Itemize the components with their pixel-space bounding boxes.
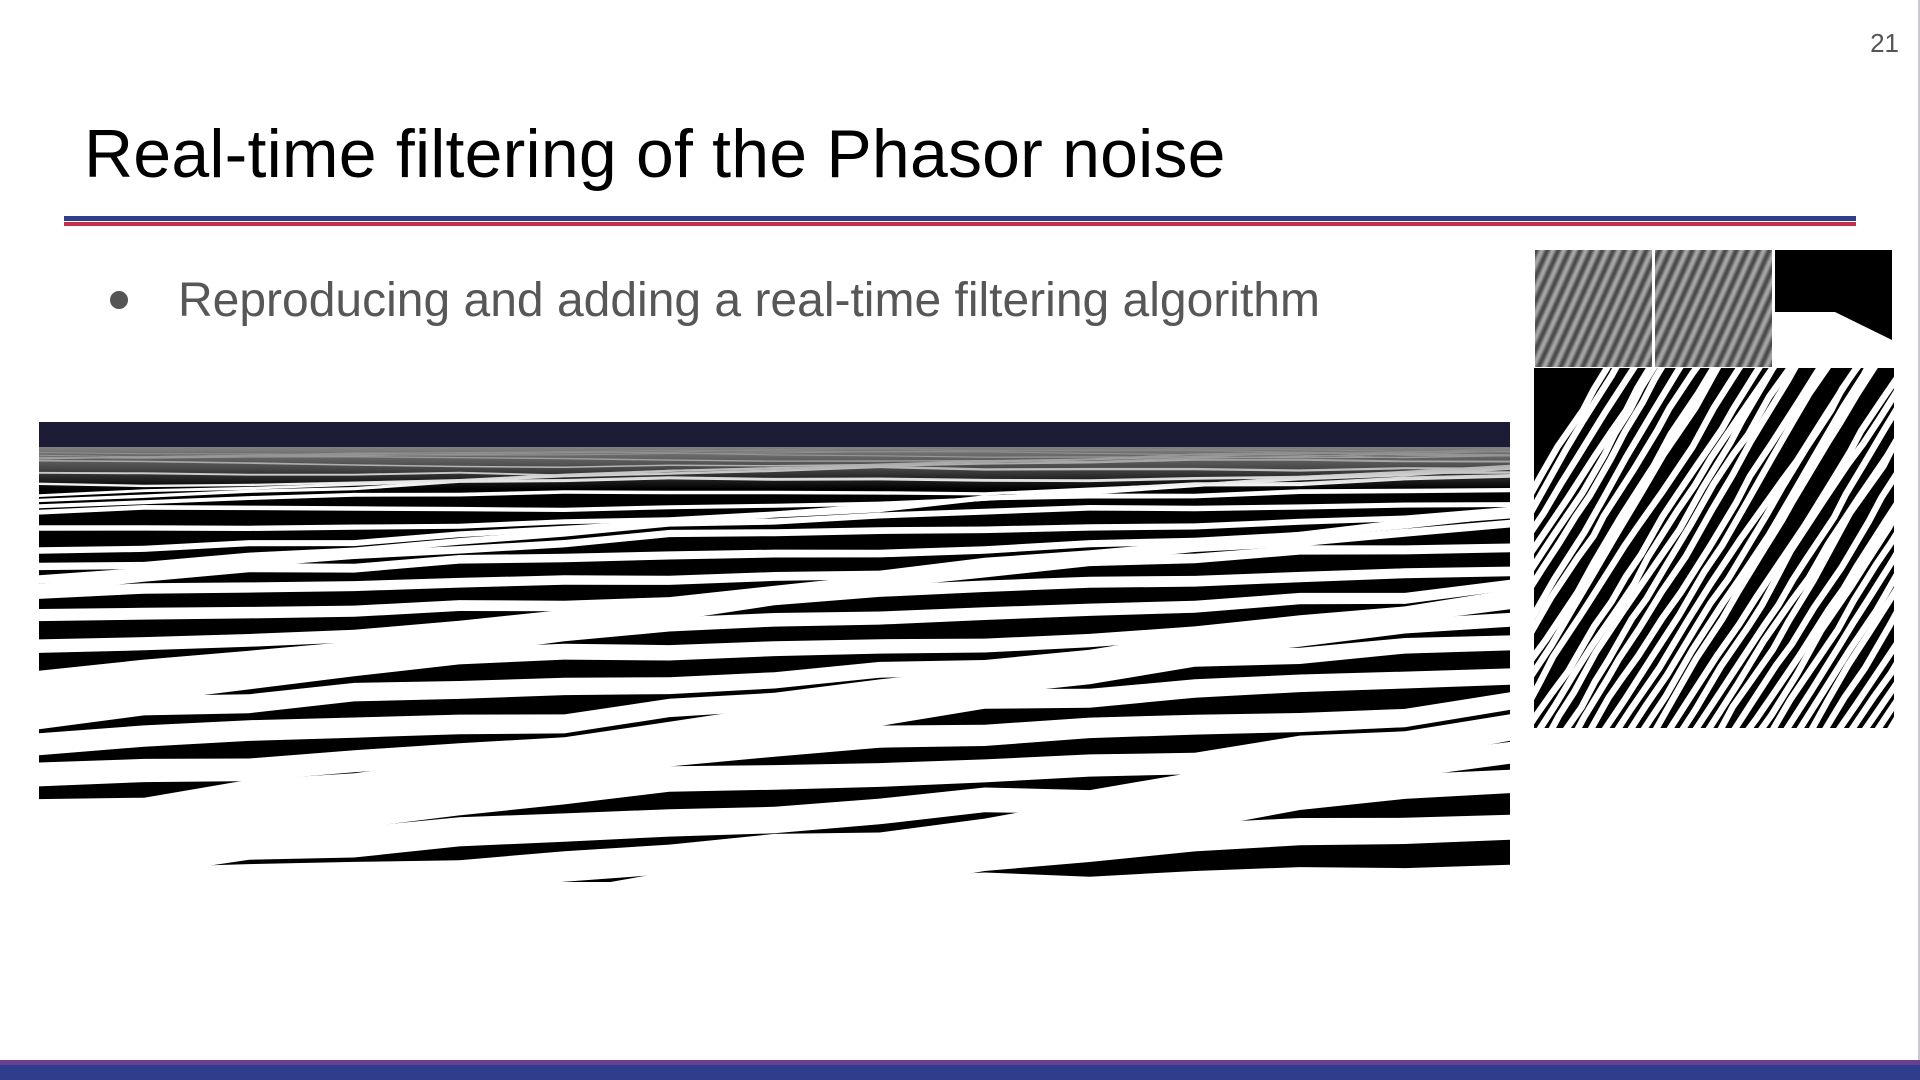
- footer-bar-blue: [0, 1065, 1920, 1080]
- page-number: 21: [1870, 28, 1899, 58]
- phasor-noise-render-image: [39, 422, 1510, 882]
- title-divider-red: [64, 222, 1856, 226]
- filtered-noise-thumbnail-1: [1535, 250, 1652, 367]
- bullet-dot-icon: [110, 291, 128, 309]
- slide: 21 Real-time filtering of the Phasor noi…: [0, 0, 1920, 1080]
- filtered-noise-thumbnail-2: [1655, 250, 1772, 367]
- slide-title: Real-time filtering of the Phasor noise: [84, 116, 1226, 192]
- footer-bar: [0, 1060, 1920, 1080]
- title-divider-blue: [64, 216, 1856, 221]
- phasor-noise-pattern-image: [1534, 368, 1894, 728]
- bullet-item: Reproducing and adding a real-time filte…: [110, 270, 1320, 330]
- bullet-text: Reproducing and adding a real-time filte…: [178, 273, 1320, 327]
- black-shape-thumbnail: [1775, 250, 1892, 367]
